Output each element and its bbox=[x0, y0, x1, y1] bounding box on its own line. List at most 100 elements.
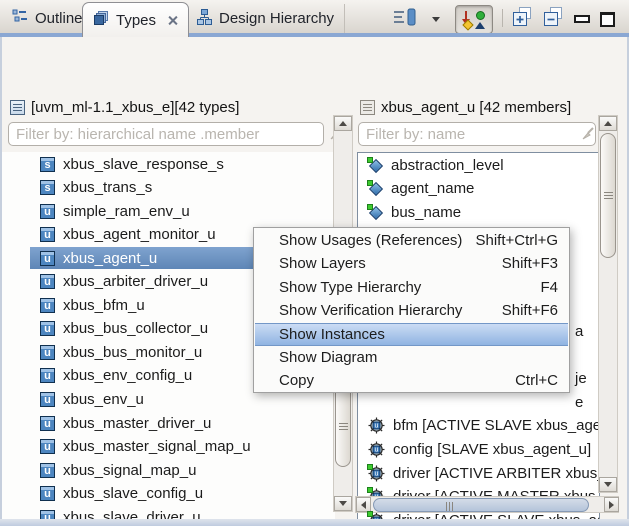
scroll-right-button[interactable] bbox=[604, 497, 619, 512]
scroll-down-button[interactable] bbox=[599, 477, 617, 492]
type-row[interactable]: s xbus_trans_s bbox=[30, 177, 334, 199]
scrollbar-thumb[interactable] bbox=[335, 384, 351, 467]
menu-item-shortcut: Ctrl+C bbox=[515, 372, 558, 390]
toolbar-separator bbox=[502, 9, 503, 27]
minimize-icon bbox=[574, 15, 590, 23]
sort-columns-button[interactable] bbox=[391, 7, 419, 31]
menu-item-label: Show Usages (References) bbox=[279, 232, 463, 249]
field-icon bbox=[367, 180, 383, 196]
menu-item-label: Show Instances bbox=[279, 325, 385, 343]
types-view-icon bbox=[93, 10, 109, 30]
menu-item-show-diagram[interactable]: Show Diagram bbox=[255, 346, 568, 369]
type-icon-u: u bbox=[40, 297, 55, 313]
type-row[interactable]: u xbus_slave_config_u bbox=[30, 483, 334, 505]
close-icon[interactable] bbox=[167, 15, 178, 26]
type-row[interactable]: u xbus_master_driver_u bbox=[30, 412, 334, 434]
type-label: xbus_master_signal_map_u bbox=[63, 438, 251, 456]
tab-bar: Outline Types Design Hierarchy bbox=[0, 0, 629, 37]
left-filter-input[interactable] bbox=[8, 122, 324, 146]
type-icon-s: s bbox=[40, 180, 55, 196]
view-menu-button[interactable] bbox=[428, 7, 444, 31]
type-icon-u: u bbox=[40, 392, 55, 407]
menu-item-copy[interactable]: Copy Ctrl+C bbox=[255, 369, 568, 392]
type-icon-u: u bbox=[40, 344, 55, 360]
view-border-bottom bbox=[0, 519, 629, 526]
scrollbar-thumb[interactable] bbox=[373, 498, 589, 512]
type-icon-u: u bbox=[40, 203, 55, 219]
type-label: xbus_slave_config_u bbox=[63, 485, 204, 503]
member-row[interactable]: u bfm [ACTIVE SLAVE xbus_agent bbox=[360, 415, 599, 437]
members-list-scrollbar[interactable] bbox=[598, 115, 618, 493]
type-label: xbus_env_config_u bbox=[63, 367, 193, 385]
svg-text:u: u bbox=[375, 446, 379, 453]
scroll-up-button[interactable] bbox=[334, 116, 352, 131]
arrow-down-icon bbox=[604, 482, 612, 487]
type-icon-u: u bbox=[40, 439, 55, 455]
right-panel-header: xbus_agent_u [42 members] bbox=[360, 99, 571, 116]
menu-item-label: Copy bbox=[279, 372, 315, 390]
chevron-down-icon bbox=[432, 16, 440, 22]
tab-design-hierarchy[interactable]: Design Hierarchy bbox=[186, 4, 346, 33]
menu-item-shortcut: Shift+F6 bbox=[501, 302, 558, 320]
green-marker-icon bbox=[367, 156, 373, 163]
svg-text:u: u bbox=[375, 423, 379, 430]
menu-item-show-instances[interactable]: Show Instances bbox=[255, 322, 568, 346]
minimize-button[interactable] bbox=[572, 7, 592, 31]
collapse-all-icon bbox=[543, 6, 564, 32]
member-label: bus_name bbox=[391, 203, 462, 221]
type-filter-icon bbox=[458, 9, 490, 31]
type-icon-u: u bbox=[40, 274, 55, 290]
member-row[interactable]: abstraction_level bbox=[360, 154, 599, 176]
tab-types[interactable]: Types bbox=[82, 2, 190, 37]
member-row[interactable]: u config [SLAVE xbus_agent_u] bbox=[360, 438, 599, 460]
menu-item-show-type-hierarchy[interactable]: Show Type Hierarchy F4 bbox=[255, 276, 568, 299]
type-label: xbus_agent_u bbox=[63, 249, 158, 267]
arrow-right-icon bbox=[609, 500, 614, 509]
scroll-up-button[interactable] bbox=[599, 116, 617, 131]
member-row[interactable]: u driver [ACTIVE ARBITER xbus_ag bbox=[360, 462, 599, 484]
type-row[interactable]: u simple_ram_env_u bbox=[30, 200, 334, 222]
type-row[interactable]: u xbus_master_signal_map_u bbox=[30, 436, 334, 458]
filter-toggle-button[interactable] bbox=[455, 5, 493, 34]
field-icon bbox=[367, 203, 383, 220]
member-row[interactable]: bus_name bbox=[360, 201, 599, 223]
menu-item-label: Show Type Hierarchy bbox=[279, 278, 422, 296]
type-icon-u: u bbox=[40, 486, 55, 502]
collapse-all-button[interactable] bbox=[541, 7, 565, 31]
type-label: xbus_env_u bbox=[63, 391, 144, 408]
members-horizontal-scrollbar[interactable] bbox=[355, 496, 619, 513]
type-icon-s: s bbox=[40, 156, 55, 172]
type-label: xbus_arbiter_driver_u bbox=[63, 273, 209, 291]
type-label: xbus_slave_response_s bbox=[63, 155, 224, 173]
types-view: Outline Types Design Hierarchy [uvm_ml-1… bbox=[0, 0, 629, 526]
thumb-grip bbox=[604, 192, 613, 200]
member-label: agent_name bbox=[391, 180, 475, 198]
type-icon-u: u bbox=[40, 227, 55, 243]
right-filter-input[interactable] bbox=[358, 122, 596, 146]
arrow-up-icon bbox=[339, 121, 347, 126]
menu-item-show-usages-references[interactable]: Show Usages (References) Shift+Ctrl+G bbox=[255, 229, 568, 252]
tab-label: Outline bbox=[35, 10, 83, 27]
menu-item-show-layers[interactable]: Show Layers Shift+F3 bbox=[255, 252, 568, 275]
scroll-left-button[interactable] bbox=[356, 497, 371, 512]
scrollbar-thumb[interactable] bbox=[600, 133, 616, 258]
right-panel-title: xbus_agent_u [42 members] bbox=[381, 99, 572, 116]
type-icon-u: u bbox=[40, 321, 55, 337]
menu-item-show-verification-hierarchy[interactable]: Show Verification Hierarchy Shift+F6 bbox=[255, 299, 568, 322]
obscured-row-fragment: a bbox=[575, 322, 584, 340]
maximize-icon bbox=[599, 11, 615, 27]
tab-outline[interactable]: Outline bbox=[2, 4, 93, 33]
type-row[interactable]: s xbus_slave_response_s bbox=[30, 153, 334, 175]
svg-text:u: u bbox=[375, 470, 379, 477]
list-icon bbox=[10, 100, 25, 115]
clear-filter-icon[interactable] bbox=[580, 125, 597, 142]
type-row[interactable]: u xbus_signal_map_u bbox=[30, 459, 334, 481]
type-label: xbus_bfm_u bbox=[63, 296, 145, 314]
expand-all-icon bbox=[512, 6, 533, 32]
expand-all-button[interactable] bbox=[510, 7, 534, 31]
maximize-button[interactable] bbox=[597, 7, 617, 31]
menu-item-label: Show Verification Hierarchy bbox=[279, 302, 463, 320]
scroll-down-button[interactable] bbox=[334, 496, 352, 511]
member-label: config [SLAVE xbus_agent_u] bbox=[393, 440, 592, 458]
member-row[interactable]: agent_name bbox=[360, 178, 599, 200]
